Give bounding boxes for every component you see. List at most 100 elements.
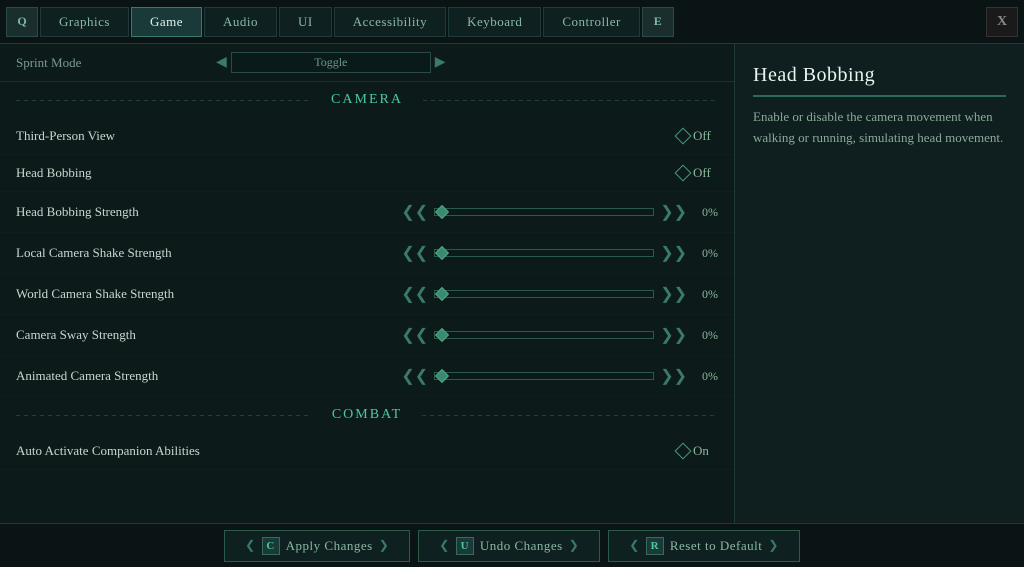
reset-chevron-right: ❯: [768, 538, 779, 553]
tab-controller[interactable]: Controller: [543, 7, 639, 37]
tab-ui[interactable]: UI: [279, 7, 332, 37]
e-key-button[interactable]: E: [642, 7, 674, 37]
head-bobbing-strength-label: Head Bobbing Strength: [16, 204, 401, 220]
sprint-mode-label: Sprint Mode: [16, 55, 216, 71]
slider-track-5[interactable]: [434, 372, 654, 380]
tab-audio[interactable]: Audio: [204, 7, 277, 37]
slider-right-arrow-3[interactable]: ❯❯: [660, 284, 687, 304]
head-bobbing-label: Head Bobbing: [16, 165, 677, 181]
combat-section-header: Combat: [0, 401, 734, 429]
q-key-button[interactable]: Q: [6, 7, 38, 37]
undo-changes-button[interactable]: ❮ U Undo Changes ❯: [418, 530, 600, 562]
slider-track-4[interactable]: [434, 331, 654, 339]
third-person-view-value: Off: [693, 128, 718, 144]
slider-left-arrow-5[interactable]: ❮❮: [401, 366, 428, 386]
slider-right-arrow-2[interactable]: ❯❯: [660, 243, 687, 263]
animated-camera-value: 0%: [693, 369, 718, 384]
top-navigation: Q Graphics Game Audio UI Accessibility K…: [0, 0, 1024, 44]
undo-changes-label: Undo Changes: [480, 538, 563, 554]
camera-sway-row: Camera Sway Strength ❮❮ ❯❯ 0%: [0, 315, 734, 356]
auto-activate-row: Auto Activate Companion Abilities On: [0, 433, 734, 470]
combat-section-label: Combat: [312, 407, 422, 423]
sprint-mode-control[interactable]: ◀ Toggle ▶: [216, 52, 446, 73]
head-bobbing-strength-row: Head Bobbing Strength ❮❮ ❯❯ 0%: [0, 192, 734, 233]
sprint-mode-row: Sprint Mode ◀ Toggle ▶: [0, 44, 734, 82]
auto-activate-value: On: [693, 443, 718, 459]
apply-chevron-left: ❮: [245, 538, 256, 553]
local-camera-shake-label: Local Camera Shake Strength: [16, 245, 401, 261]
auto-activate-label: Auto Activate Companion Abilities: [16, 443, 677, 459]
auto-activate-toggle[interactable]: On: [677, 443, 718, 459]
combat-section-line-left: [16, 415, 312, 416]
slider-track-2[interactable]: [434, 249, 654, 257]
animated-camera-row: Animated Camera Strength ❮❮ ❯❯ 0%: [0, 356, 734, 397]
tab-accessibility[interactable]: Accessibility: [334, 7, 446, 37]
slider-track-3[interactable]: [434, 290, 654, 298]
animated-camera-label: Animated Camera Strength: [16, 368, 401, 384]
info-panel: Head Bobbing Enable or disable the camer…: [734, 44, 1024, 523]
local-camera-shake-slider[interactable]: ❮❮ ❯❯ 0%: [401, 243, 718, 263]
slider-left-arrow[interactable]: ❮❮: [401, 202, 428, 222]
world-camera-shake-row: World Camera Shake Strength ❮❮ ❯❯ 0%: [0, 274, 734, 315]
third-person-view-row: Third-Person View Off: [0, 118, 734, 155]
camera-sway-label: Camera Sway Strength: [16, 327, 401, 343]
head-bobbing-value: Off: [693, 165, 718, 181]
slider-left-arrow-4[interactable]: ❮❮: [401, 325, 428, 345]
third-person-view-label: Third-Person View: [16, 128, 677, 144]
camera-section-header: Camera: [0, 86, 734, 114]
slider-right-arrow-5[interactable]: ❯❯: [660, 366, 687, 386]
toggle-right-arrow[interactable]: ▶: [435, 54, 446, 71]
slider-handle-4[interactable]: [435, 328, 449, 342]
world-camera-shake-slider[interactable]: ❮❮ ❯❯ 0%: [401, 284, 718, 304]
slider-handle-2[interactable]: [435, 246, 449, 260]
settings-panel: Sprint Mode ◀ Toggle ▶ Camera Third-Pers…: [0, 44, 734, 523]
animated-camera-slider[interactable]: ❮❮ ❯❯ 0%: [401, 366, 718, 386]
head-bobbing-toggle[interactable]: Off: [677, 165, 718, 181]
diamond-icon-3: [675, 443, 692, 460]
close-button[interactable]: X: [986, 7, 1018, 37]
slider-right-arrow[interactable]: ❯❯: [660, 202, 687, 222]
reset-to-default-button[interactable]: ❮ R Reset to Default ❯: [608, 530, 800, 562]
toggle-left-arrow[interactable]: ◀: [216, 54, 227, 71]
reset-to-default-label: Reset to Default: [670, 538, 762, 554]
head-bobbing-row: Head Bobbing Off: [0, 155, 734, 192]
head-bobbing-strength-slider[interactable]: ❮❮ ❯❯ 0%: [401, 202, 718, 222]
combat-section-line-right: [422, 415, 718, 416]
third-person-view-toggle[interactable]: Off: [677, 128, 718, 144]
section-line-right: [423, 100, 718, 101]
tab-game[interactable]: Game: [131, 7, 202, 37]
slider-left-arrow-3[interactable]: ❮❮: [401, 284, 428, 304]
local-camera-shake-row: Local Camera Shake Strength ❮❮ ❯❯ 0%: [0, 233, 734, 274]
reset-key: R: [646, 537, 664, 555]
tab-keyboard[interactable]: Keyboard: [448, 7, 541, 37]
slider-handle-5[interactable]: [435, 369, 449, 383]
slider-right-arrow-4[interactable]: ❯❯: [660, 325, 687, 345]
apply-chevron-right: ❯: [379, 538, 390, 553]
slider-handle-3[interactable]: [435, 287, 449, 301]
camera-sway-slider[interactable]: ❮❮ ❯❯ 0%: [401, 325, 718, 345]
info-description: Enable or disable the camera movement wh…: [753, 107, 1006, 149]
section-line-left: [16, 100, 311, 101]
main-content: Sprint Mode ◀ Toggle ▶ Camera Third-Pers…: [0, 44, 1024, 523]
reset-chevron-left: ❮: [629, 538, 640, 553]
diamond-icon: [675, 128, 692, 145]
apply-changes-label: Apply Changes: [286, 538, 373, 554]
undo-chevron-right: ❯: [569, 538, 580, 553]
diamond-icon-2: [675, 165, 692, 182]
undo-key: U: [456, 537, 474, 555]
world-camera-shake-label: World Camera Shake Strength: [16, 286, 401, 302]
camera-section-label: Camera: [311, 92, 423, 108]
slider-handle[interactable]: [435, 205, 449, 219]
local-camera-shake-value: 0%: [693, 246, 718, 261]
apply-key: C: [262, 537, 280, 555]
tab-graphics[interactable]: Graphics: [40, 7, 129, 37]
head-bobbing-strength-value: 0%: [693, 205, 718, 220]
undo-chevron-left: ❮: [439, 538, 450, 553]
world-camera-shake-value: 0%: [693, 287, 718, 302]
apply-changes-button[interactable]: ❮ C Apply Changes ❯: [224, 530, 410, 562]
camera-sway-value: 0%: [693, 328, 718, 343]
slider-left-arrow-2[interactable]: ❮❮: [401, 243, 428, 263]
slider-track[interactable]: [434, 208, 654, 216]
bottom-bar: ❮ C Apply Changes ❯ ❮ U Undo Changes ❯ ❮…: [0, 523, 1024, 567]
info-title: Head Bobbing: [753, 64, 1006, 97]
